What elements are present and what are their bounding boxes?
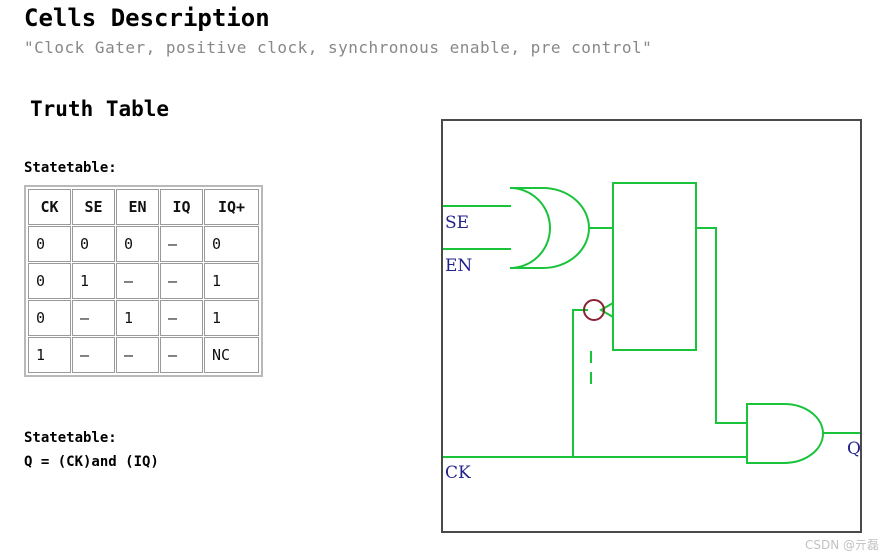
signal-label-se: SE <box>445 213 469 233</box>
table-cell: 0 <box>116 226 159 262</box>
table-row: 0 0 0 – 0 <box>28 226 259 262</box>
schematic-svg: SE EN CK Q <box>443 182 860 483</box>
wire-latch-output <box>695 227 717 424</box>
table-cell: – <box>72 337 115 373</box>
page-root: Cells Description "Clock Gater, positive… <box>0 0 893 559</box>
signal-label-ck: CK <box>445 463 471 483</box>
table-cell: 1 <box>204 300 259 336</box>
truth-table-body: CK SE EN IQ IQ+ 0 0 0 – 0 0 1 – – 1 0 – … <box>28 189 259 373</box>
page-title: Cells Description <box>24 4 270 32</box>
table-header-cell: IQ+ <box>204 189 259 225</box>
table-cell: – <box>116 337 159 373</box>
signal-label-q: Q <box>847 439 860 459</box>
table-cell: 1 <box>28 337 71 373</box>
equation-text: Q = (CK)and (IQ) <box>24 454 159 470</box>
table-cell: – <box>116 263 159 299</box>
table-cell: 1 <box>72 263 115 299</box>
table-header-cell: SE <box>72 189 115 225</box>
table-header-cell: EN <box>116 189 159 225</box>
table-header-cell: CK <box>28 189 71 225</box>
table-cell: – <box>160 337 203 373</box>
table-header-row: CK SE EN IQ IQ+ <box>28 189 259 225</box>
table-cell: – <box>160 300 203 336</box>
truth-table-grid: CK SE EN IQ IQ+ 0 0 0 – 0 0 1 – – 1 0 – … <box>27 188 260 374</box>
table-row: 1 – – – NC <box>28 337 259 373</box>
table-cell: 0 <box>204 226 259 262</box>
table-header-cell: IQ <box>160 189 203 225</box>
table-cell: 1 <box>204 263 259 299</box>
signal-label-en: EN <box>445 256 472 276</box>
wire-ck-branch <box>572 309 588 458</box>
table-cell: 0 <box>28 300 71 336</box>
section-title-truth-table: Truth Table <box>30 97 170 121</box>
page-subtitle: "Clock Gater, positive clock, synchronou… <box>24 38 653 57</box>
truth-table: CK SE EN IQ IQ+ 0 0 0 – 0 0 1 – – 1 0 – … <box>24 185 263 377</box>
table-row: 0 1 – – 1 <box>28 263 259 299</box>
table-cell: 0 <box>72 226 115 262</box>
latch-symbol <box>612 182 697 351</box>
watermark: CSDN @亓磊 <box>805 538 880 552</box>
table-cell: NC <box>204 337 259 373</box>
schematic-wires <box>443 182 860 464</box>
table-cell: 0 <box>28 226 71 262</box>
table-cell: – <box>160 226 203 262</box>
table-cell: – <box>72 300 115 336</box>
table-cell: 1 <box>116 300 159 336</box>
and-gate-symbol <box>746 403 824 464</box>
statetable-label: Statetable: <box>24 160 117 176</box>
schematic-diagram: SE EN CK Q <box>441 119 862 533</box>
table-cell: 0 <box>28 263 71 299</box>
statetable-label-2: Statetable: <box>24 430 117 446</box>
table-cell: – <box>160 263 203 299</box>
table-row: 0 – 1 – 1 <box>28 300 259 336</box>
or-gate-symbol <box>509 187 590 269</box>
